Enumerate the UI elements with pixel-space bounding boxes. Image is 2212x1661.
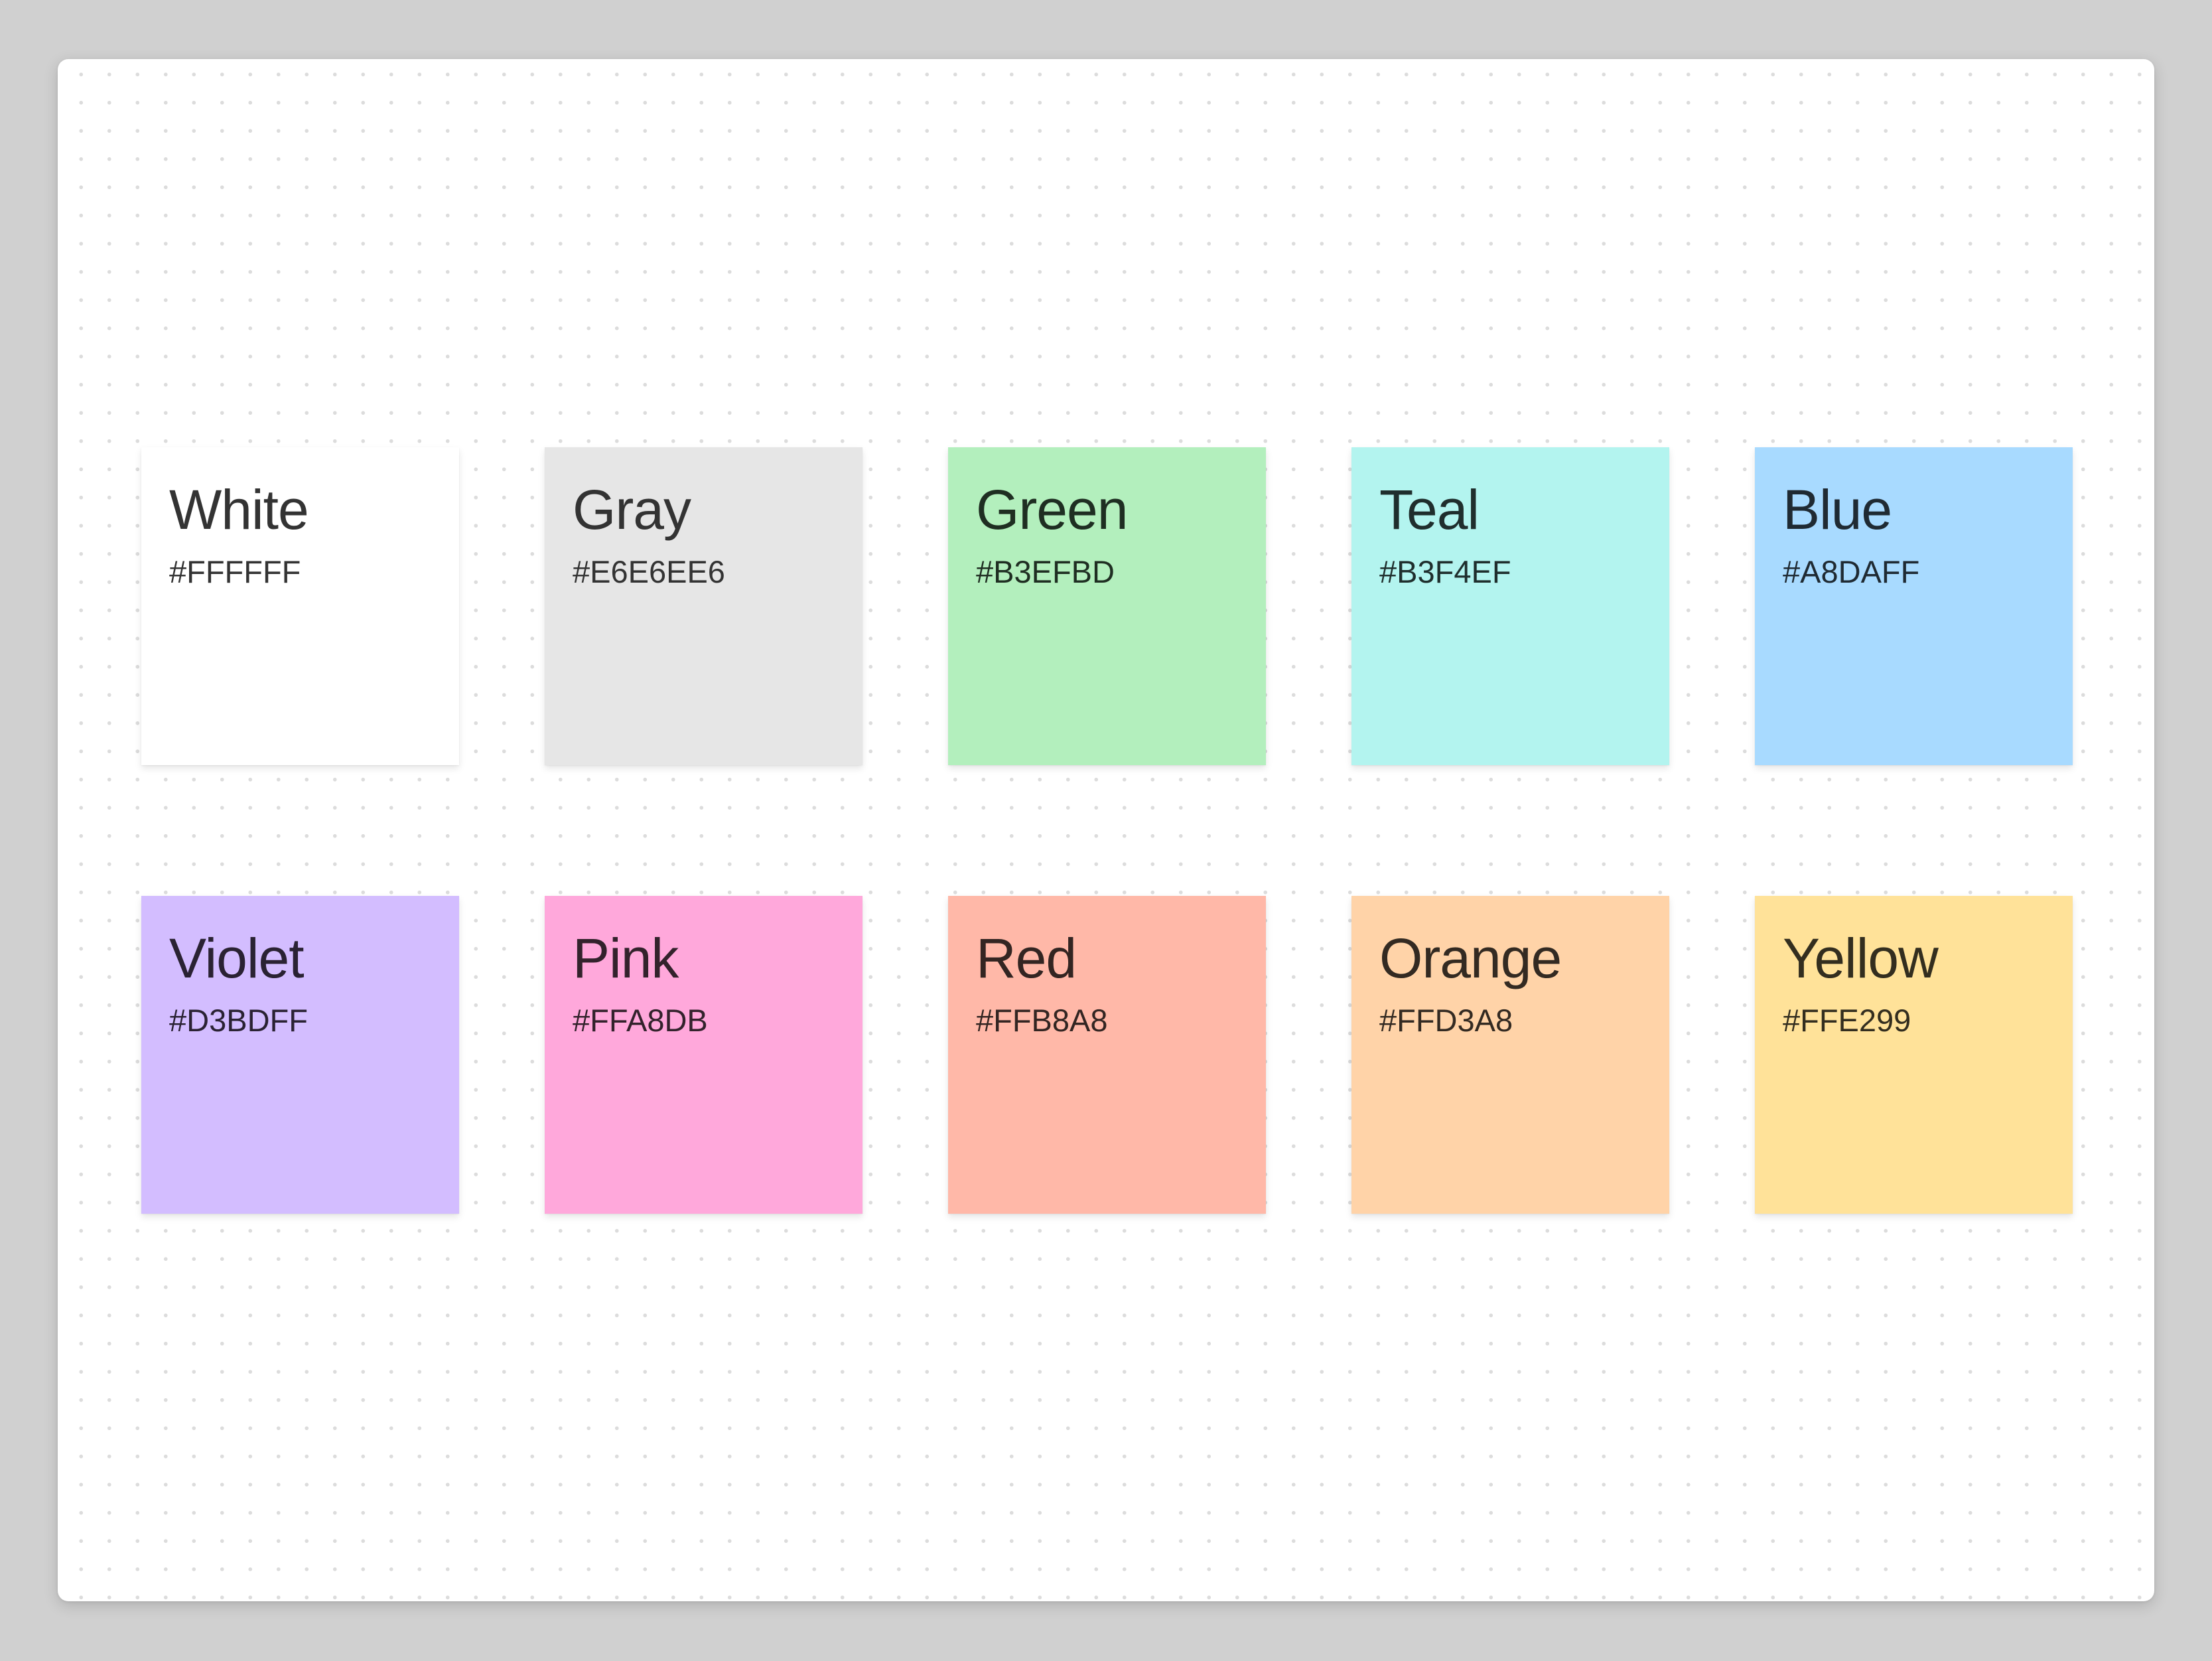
sticky-note-white[interactable]: White #FFFFFF	[141, 447, 459, 765]
note-title: Blue	[1783, 478, 1892, 541]
note-hex-code: #FFA8DB	[573, 1003, 708, 1038]
note-hex-code: #FFD3A8	[1379, 1003, 1513, 1038]
note-hex-code: #D3BDFF	[169, 1003, 308, 1038]
sticky-note-gray[interactable]: Gray #E6E6EE6	[545, 447, 863, 765]
note-title: Orange	[1379, 927, 1562, 989]
sticky-note-pink[interactable]: Pink #FFA8DB	[545, 896, 863, 1214]
whiteboard-canvas[interactable]: White #FFFFFF Gray #E6E6EE6 Green #B3EFB…	[58, 59, 2154, 1601]
sticky-note-blue[interactable]: Blue #A8DAFF	[1755, 447, 2073, 765]
note-hex-code: #E6E6EE6	[573, 554, 725, 589]
sticky-note-yellow[interactable]: Yellow #FFE299	[1755, 896, 2073, 1214]
note-title: Pink	[573, 927, 679, 989]
note-title: White	[169, 478, 309, 541]
note-title: Red	[976, 927, 1077, 989]
sticky-note-red[interactable]: Red #FFB8A8	[948, 896, 1266, 1214]
note-title: Teal	[1379, 478, 1480, 541]
sticky-note-violet[interactable]: Violet #D3BDFF	[141, 896, 459, 1214]
note-hex-code: #A8DAFF	[1783, 554, 1920, 589]
note-title: Violet	[169, 927, 305, 989]
sticky-note-teal[interactable]: Teal #B3F4EF	[1351, 447, 1669, 765]
note-hex-code: #B3F4EF	[1379, 554, 1511, 589]
note-title: Yellow	[1783, 927, 1939, 989]
sticky-note-green[interactable]: Green #B3EFBD	[948, 447, 1266, 765]
note-hex-code: #FFFFFF	[169, 554, 301, 589]
note-hex-code: #FFB8A8	[976, 1003, 1108, 1038]
sticky-note-orange[interactable]: Orange #FFD3A8	[1351, 896, 1669, 1214]
note-title: Green	[976, 478, 1128, 541]
note-title: Gray	[573, 478, 691, 541]
note-hex-code: #FFE299	[1783, 1003, 1911, 1038]
note-hex-code: #B3EFBD	[976, 554, 1115, 589]
